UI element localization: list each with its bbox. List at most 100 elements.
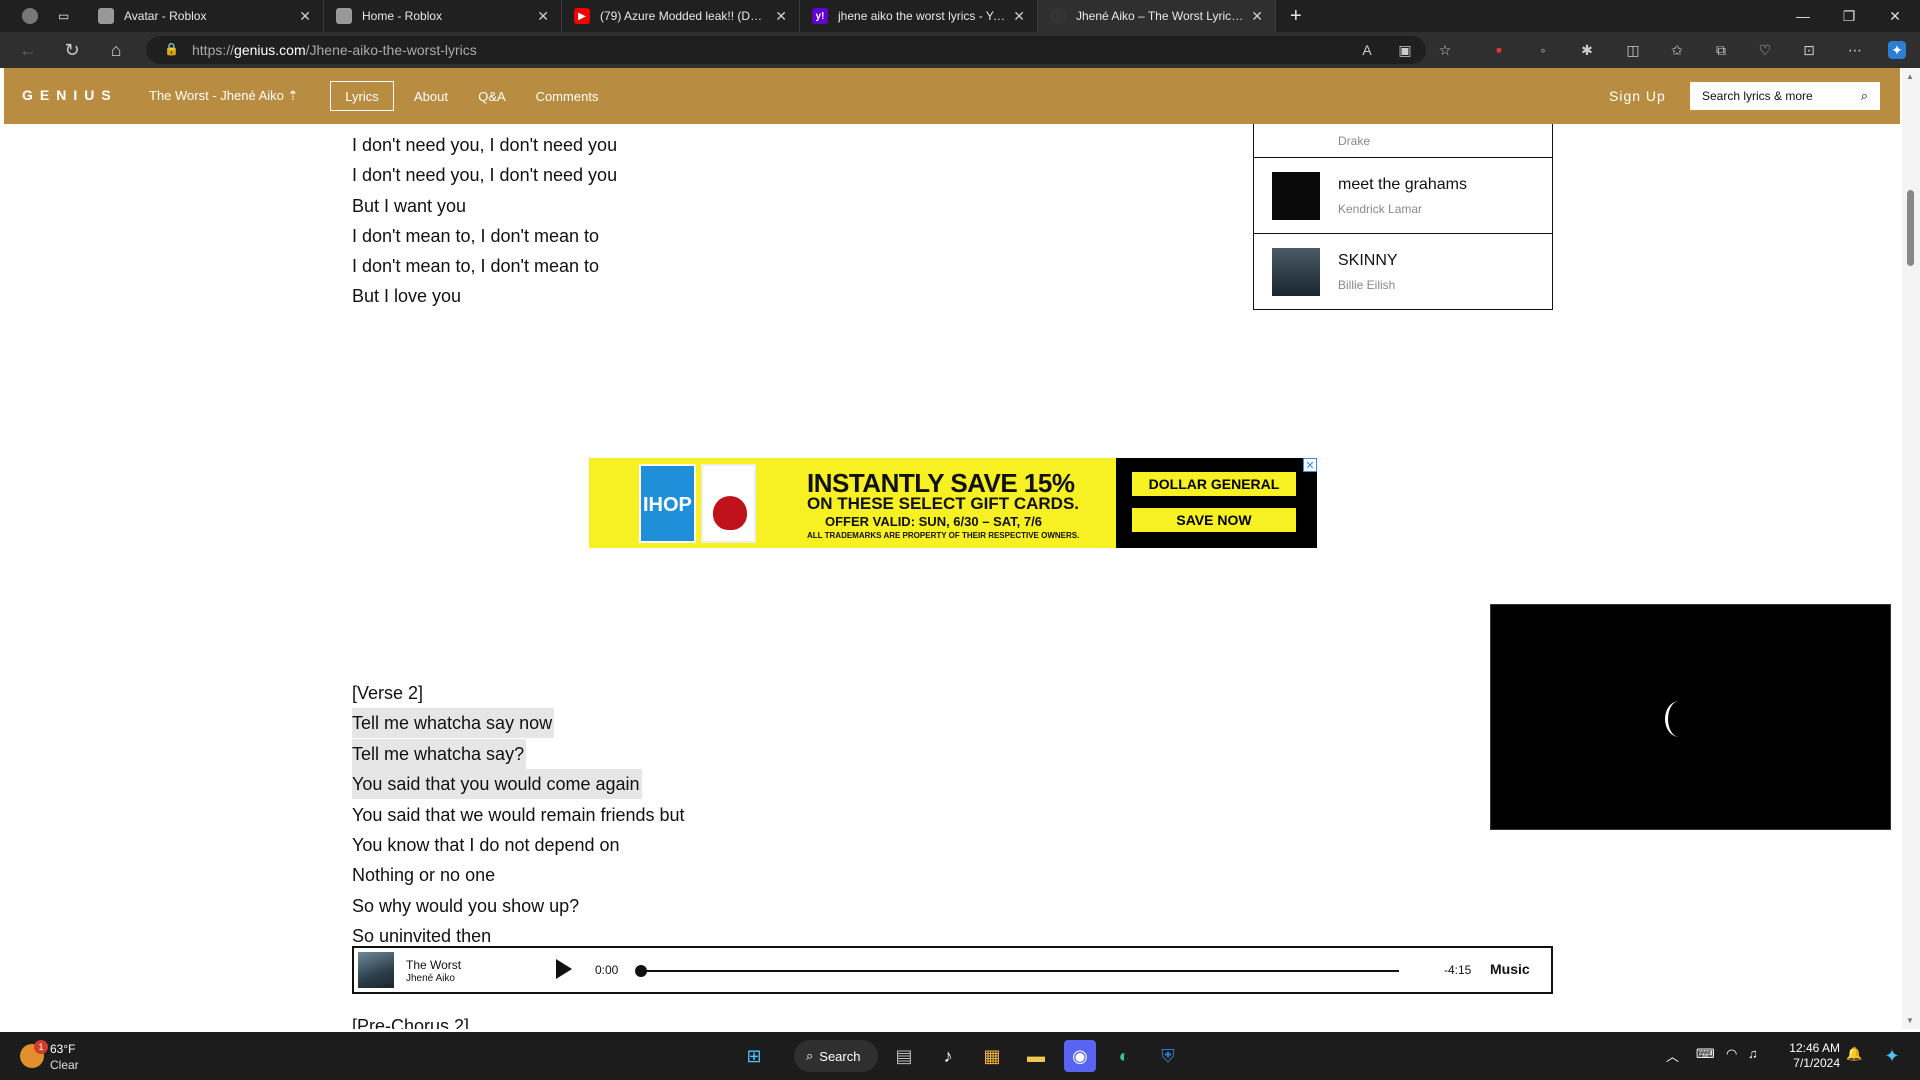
close-window-icon[interactable]: ✕ — [1872, 0, 1918, 32]
elapsed-time: 0:00 — [595, 963, 619, 977]
service-label: Music — [1490, 961, 1530, 977]
tab-yahoo[interactable]: y! jhene aiko the worst lyrics - Yaho ✕ — [800, 0, 1038, 32]
lyric-line[interactable]: You said that we would remain friends bu… — [352, 800, 685, 830]
browser-essentials-icon[interactable]: ♡ — [1756, 41, 1774, 59]
ad-close-icon[interactable]: ✕ — [1303, 458, 1317, 472]
lyric-line[interactable]: Tell me whatcha say now — [352, 708, 555, 738]
lyric-line[interactable]: Tell me whatcha say? — [352, 739, 527, 769]
defender-icon[interactable]: ⛨ — [1152, 1040, 1184, 1072]
tab-home-roblox[interactable]: Home - Roblox ✕ — [324, 0, 562, 32]
wifi-icon[interactable]: ◠ — [1726, 1046, 1737, 1062]
close-tab-icon[interactable]: ✕ — [1013, 8, 1025, 25]
show-hidden-icons[interactable]: ︿ — [1666, 1046, 1679, 1065]
sign-up-link[interactable]: Sign Up — [1609, 88, 1666, 104]
weather-temperature: 63°F — [50, 1042, 76, 1056]
genius-logo[interactable]: GENIUS — [22, 87, 118, 103]
lyric-line[interactable]: So why would you show up? — [352, 891, 579, 921]
tab-avatar-roblox[interactable]: Avatar - Roblox ✕ — [86, 0, 324, 32]
tab-comments[interactable]: Comments — [530, 81, 604, 111]
floating-video-player[interactable] — [1490, 604, 1891, 830]
lyric-line[interactable]: I don't need you, I don't need you — [352, 130, 617, 160]
notification-bell-icon[interactable]: 🔔 — [1846, 1046, 1862, 1062]
progress-knob[interactable] — [635, 965, 647, 977]
volume-icon[interactable]: ♫ — [1748, 1046, 1758, 1061]
play-icon[interactable] — [556, 959, 572, 979]
split-screen-icon[interactable]: ◫ — [1624, 41, 1642, 59]
chart-row[interactable]: meet the grahams Kendrick Lamar — [1254, 157, 1552, 233]
task-view-icon[interactable]: ▤ — [888, 1040, 920, 1072]
search-input[interactable]: Search lyrics & more ⌕ — [1690, 82, 1880, 110]
new-tab-button[interactable]: + — [1290, 0, 1318, 32]
address-bar[interactable]: 🔒 https://genius.com/Jhene-aiko-the-wors… — [146, 36, 1426, 64]
taskbar-search[interactable]: ⌕ Search — [794, 1040, 878, 1072]
lyric-line[interactable]: But I want you — [352, 191, 466, 221]
section-header: [Pre-Chorus 2] — [352, 1016, 470, 1029]
system-clock[interactable]: 12:46 AM 7/1/2024 — [1770, 1041, 1840, 1071]
close-tab-icon[interactable]: ✕ — [775, 8, 787, 25]
extensions-icon[interactable]: ✱ — [1578, 41, 1596, 59]
extension-icon[interactable]: ◦ — [1534, 41, 1552, 59]
chart-row[interactable]: SKINNY Billie Eilish — [1254, 233, 1552, 309]
keyboard-icon[interactable]: ⌨ — [1696, 1046, 1715, 1062]
favorites-icon[interactable]: ✩ — [1668, 41, 1686, 59]
start-icon[interactable]: ⊞ — [738, 1040, 770, 1072]
screenshot-icon[interactable]: ⊡ — [1800, 41, 1818, 59]
tab-title: Home - Roblox — [362, 9, 443, 23]
apple-icon — [713, 496, 747, 530]
chart-artist: Kendrick Lamar — [1338, 202, 1423, 216]
favorite-star-icon[interactable]: ☆ — [1436, 41, 1454, 59]
read-aloud-icon[interactable]: A — [1358, 41, 1376, 59]
lyric-line[interactable]: You said that you would come again — [352, 769, 642, 799]
back-icon[interactable]: ← — [16, 38, 40, 62]
progress-track[interactable] — [639, 970, 1399, 972]
song-header-link[interactable]: The Worst - Jhené Aiko ⇡ — [149, 88, 298, 104]
gift-card-ad[interactable]: IHOP INSTANTLY SAVE 15% ON THESE SELECT … — [589, 458, 1317, 548]
refresh-icon[interactable]: ↻ — [60, 38, 84, 62]
tab-about[interactable]: About — [408, 81, 454, 111]
url-host: genius.com — [234, 42, 306, 58]
chart-artist: Billie Eilish — [1338, 278, 1396, 292]
close-tab-icon[interactable]: ✕ — [537, 8, 549, 25]
discord-icon[interactable]: ◉ — [1064, 1040, 1096, 1072]
save-now-button[interactable]: SAVE NOW — [1132, 508, 1296, 532]
home-icon[interactable]: ⌂ — [104, 38, 128, 62]
collections-icon[interactable]: ⧉ — [1712, 41, 1730, 59]
lyric-line[interactable]: I don't mean to, I don't mean to — [352, 251, 599, 281]
edge-icon[interactable]: ◐ — [1108, 1040, 1140, 1072]
tab-title: Jhené Aiko – The Worst Lyrics | G — [1076, 9, 1244, 23]
weather-condition: Clear — [50, 1058, 79, 1072]
ad-brand-panel: DOLLAR GENERAL SAVE NOW — [1116, 458, 1317, 548]
tab-genius[interactable]: Jhené Aiko – The Worst Lyrics | G ✕ — [1038, 0, 1276, 32]
genius-header: GENIUS The Worst - Jhené Aiko ⇡ Lyrics A… — [4, 68, 1900, 124]
tab-actions-icon[interactable]: ▭ — [46, 0, 86, 32]
restore-icon[interactable]: ❐ — [1826, 0, 1872, 32]
apple-music-logo[interactable]: Music — [1490, 961, 1530, 977]
lyric-line[interactable]: I don't mean to, I don't mean to — [352, 221, 599, 251]
scrollbar-thumb[interactable] — [1907, 190, 1914, 266]
close-tab-icon[interactable]: ✕ — [299, 8, 311, 25]
copilot-taskbar-icon[interactable]: ✦ — [1876, 1040, 1908, 1072]
tab-youtube[interactable]: ▶ (79) Azure Modded leak!! (DONT ✕ — [562, 0, 800, 32]
close-tab-icon[interactable]: ✕ — [1251, 8, 1263, 25]
apple-music-player: The Worst Jhené Aiko 0:00 -4:15 Music — [352, 946, 1553, 994]
tab-title: (79) Azure Modded leak!! (DONT — [600, 9, 768, 23]
extension-icon[interactable]: ■ — [1490, 41, 1508, 59]
immersive-reader-icon[interactable]: ▣ — [1396, 41, 1414, 59]
lyric-line[interactable]: I don't need you, I don't need you — [352, 160, 617, 190]
more-menu-icon[interactable]: ⋯ — [1846, 41, 1864, 59]
roblox-icon — [98, 8, 114, 24]
scroll-up-icon[interactable]: ▲ — [1906, 72, 1914, 81]
lyric-line[interactable]: You know that I do not depend on — [352, 830, 620, 860]
store-icon[interactable]: ▦ — [976, 1040, 1008, 1072]
copilot-icon[interactable]: ✦ — [1888, 41, 1906, 59]
lyric-line[interactable]: Nothing or no one — [352, 860, 495, 890]
profile-avatar[interactable] — [10, 0, 46, 32]
tab-lyrics[interactable]: Lyrics — [330, 81, 394, 111]
file-explorer-icon[interactable]: ▬ — [1020, 1040, 1052, 1072]
scroll-down-icon[interactable]: ▼ — [1906, 1016, 1914, 1025]
minimize-icon[interactable]: — — [1780, 0, 1826, 32]
page-scrollbar[interactable]: ▲ ▼ — [1902, 68, 1920, 1029]
tiktok-icon[interactable]: ♪ — [932, 1040, 964, 1072]
tab-qa[interactable]: Q&A — [474, 81, 510, 111]
lyric-line[interactable]: But I love you — [352, 281, 461, 311]
